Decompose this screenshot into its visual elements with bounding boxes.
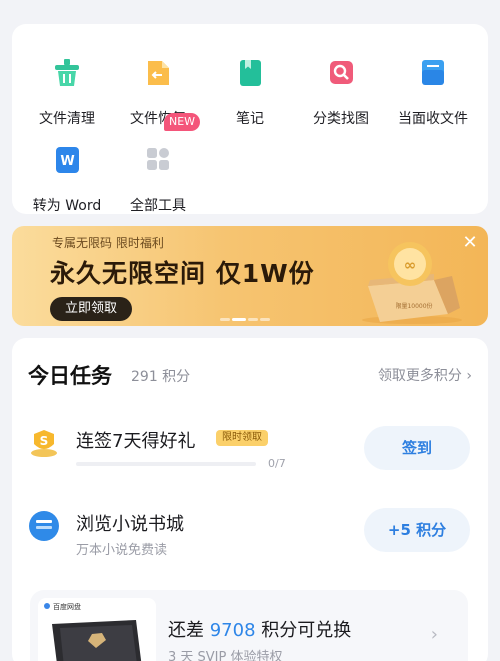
sign-in-progress-bar [76,462,256,466]
daily-tasks-card: 今日任务 291 积分 领取更多积分 › S 连签7天得好礼 限时领取 0/7 … [12,338,488,661]
receive-files-icon [422,60,444,85]
file-clean-icon [55,59,79,86]
svg-text:∞: ∞ [404,256,417,274]
points-needed: 9708 [209,620,256,641]
tool-note[interactable]: 笔记 [202,42,298,127]
image-search-icon [330,61,353,84]
points-balance: 291 积分 [131,369,191,385]
tool-label: 分类找图 [313,111,369,127]
carousel-indicator [220,318,280,322]
redeem-title: 还差 9708 积分可兑换 [168,616,351,642]
task-subtitle: 万本小说免费读 [76,543,168,558]
tool-image-search[interactable]: 分类找图 [293,42,389,127]
banner-title: 永久无限空间 仅1W份 [50,259,315,288]
all-tools-icon [147,148,169,170]
svg-text:S: S [40,434,49,448]
new-badge: NEW [164,113,200,131]
file-recover-icon [148,61,169,85]
note-icon [240,60,261,86]
svip-card-image: 百度网盘 [38,598,156,661]
tool-convert-word[interactable]: W 转为 Word [19,129,115,214]
progress-text: 0/7 [268,457,286,470]
tool-label: 笔记 [236,111,264,127]
tasks-title: 今日任务 [28,364,112,388]
tool-receive-files[interactable]: 当面收文件 [385,42,481,127]
redeem-subtitle: 3 天 SVIP 体验特权 [168,650,283,661]
task-title: 连签7天得好礼 [76,431,196,452]
close-icon[interactable]: ✕ [461,234,479,252]
tool-label: 文件清理 [39,111,95,127]
tool-file-clean[interactable]: 文件清理 [19,42,115,127]
box-text: 限量10000份 [395,302,432,310]
more-points-link[interactable]: 领取更多积分 › [378,365,472,385]
chevron-right-icon: › [466,368,472,384]
sign-in-button[interactable]: 签到 [364,426,470,470]
more-points-label: 领取更多积分 [377,368,462,384]
redeem-card[interactable]: 百度网盘 还差 9708 积分可兑换 3 天 SVIP 体验特权 › [30,590,468,661]
claim-button[interactable]: 立即领取 [50,297,132,321]
svip-card-illustration: 百度网盘 [44,602,142,661]
task-title: 浏览小说书城 [76,514,184,535]
sign-in-reward-icon: S [31,430,57,457]
word-icon: W [56,147,79,173]
earn-points-button[interactable]: +5 积分 [364,508,470,552]
gift-box-illustration: ∞ 限量10000份 [362,242,462,324]
promo-banner[interactable]: 专属无限码 限时福利 永久无限空间 仅1W份 立即领取 ∞ 限量10000份 ✕ [12,226,488,326]
tool-label: 转为 Word [32,198,102,214]
brand-text: 百度网盘 [53,602,81,611]
svg-text:W: W [60,154,74,169]
tool-label: 当面收文件 [398,111,468,127]
banner-subtitle: 专属无限码 限时福利 [52,236,164,250]
tool-all-tools[interactable]: 全部工具 [110,129,206,214]
redeem-prefix: 还差 [168,620,210,641]
redeem-suffix: 积分可兑换 [255,620,352,641]
limited-tag: 限时领取 [216,430,268,446]
novel-store-icon [29,511,59,541]
tool-label: 全部工具 [130,198,186,214]
chevron-right-icon: › [430,624,438,645]
tools-card: 文件清理 文件恢复 笔记 分类找图 当面收文件 W 转为 Word 全部工具 [12,24,488,214]
tool-file-recover[interactable]: 文件恢复 [110,42,206,127]
